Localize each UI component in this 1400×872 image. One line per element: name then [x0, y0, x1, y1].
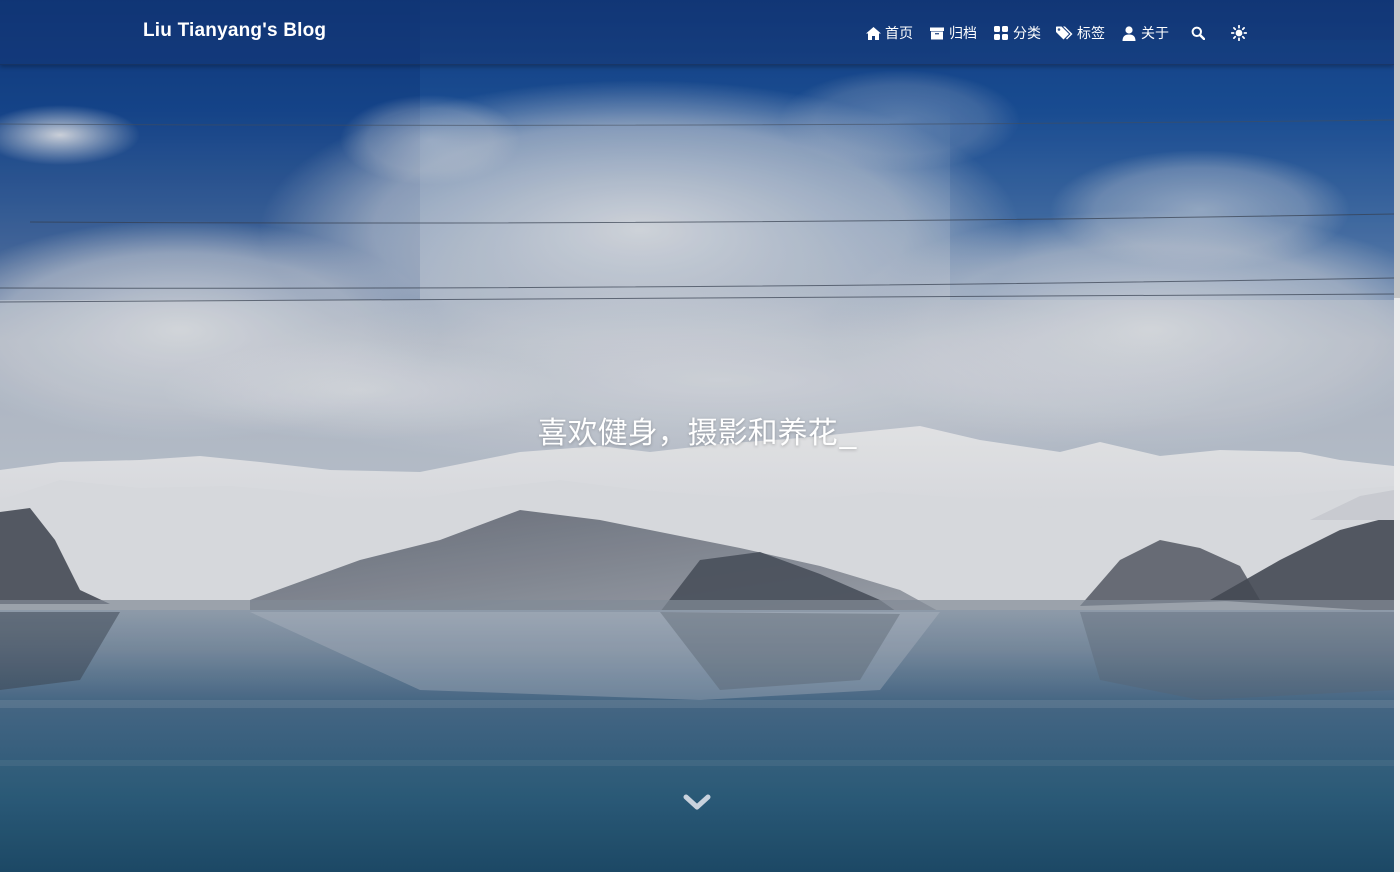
top-navbar: Liu Tianyang's Blog 首页 归档 分类 标签 关于: [0, 0, 1394, 65]
nav-item-about[interactable]: 关于: [1120, 23, 1169, 43]
page-scrollbar[interactable]: [1394, 0, 1400, 872]
nav-item-home[interactable]: 首页: [864, 23, 913, 43]
home-icon: [864, 24, 882, 42]
search-button[interactable]: [1189, 24, 1210, 42]
nav-label-archive: 归档: [949, 25, 977, 41]
nav-item-tags[interactable]: 标签: [1056, 23, 1105, 43]
site-brand[interactable]: Liu Tianyang's Blog: [143, 20, 326, 42]
slogan-text: 喜欢健身，摄影和养花: [537, 417, 838, 450]
nav-label-tags: 标签: [1077, 25, 1105, 41]
nav-label-home: 首页: [885, 25, 913, 41]
nav-label-about: 关于: [1141, 25, 1169, 41]
nav-menu: 首页 归档 分类 标签 关于: [864, 22, 1251, 44]
theme-toggle-button[interactable]: [1230, 24, 1251, 42]
user-icon: [1120, 24, 1138, 42]
scrollbar-thumb[interactable]: [1394, 0, 1400, 298]
scroll-down-button[interactable]: [683, 792, 711, 812]
sun-icon: [1230, 24, 1248, 42]
archive-box-icon: [928, 24, 946, 42]
page: Liu Tianyang's Blog 首页 归档 分类 标签 关于 喜欢健身，…: [0, 0, 1400, 872]
search-icon: [1189, 24, 1207, 42]
typing-cursor: _: [839, 417, 857, 450]
nav-item-archive[interactable]: 归档: [928, 23, 977, 43]
grid-icon: [992, 24, 1010, 42]
tags-icon: [1056, 24, 1074, 42]
chevron-down-icon: [683, 794, 711, 810]
nav-item-categories[interactable]: 分类: [992, 23, 1041, 43]
banner-slogan: 喜欢健身，摄影和养花_: [0, 414, 1394, 454]
nav-label-categories: 分类: [1013, 25, 1041, 41]
